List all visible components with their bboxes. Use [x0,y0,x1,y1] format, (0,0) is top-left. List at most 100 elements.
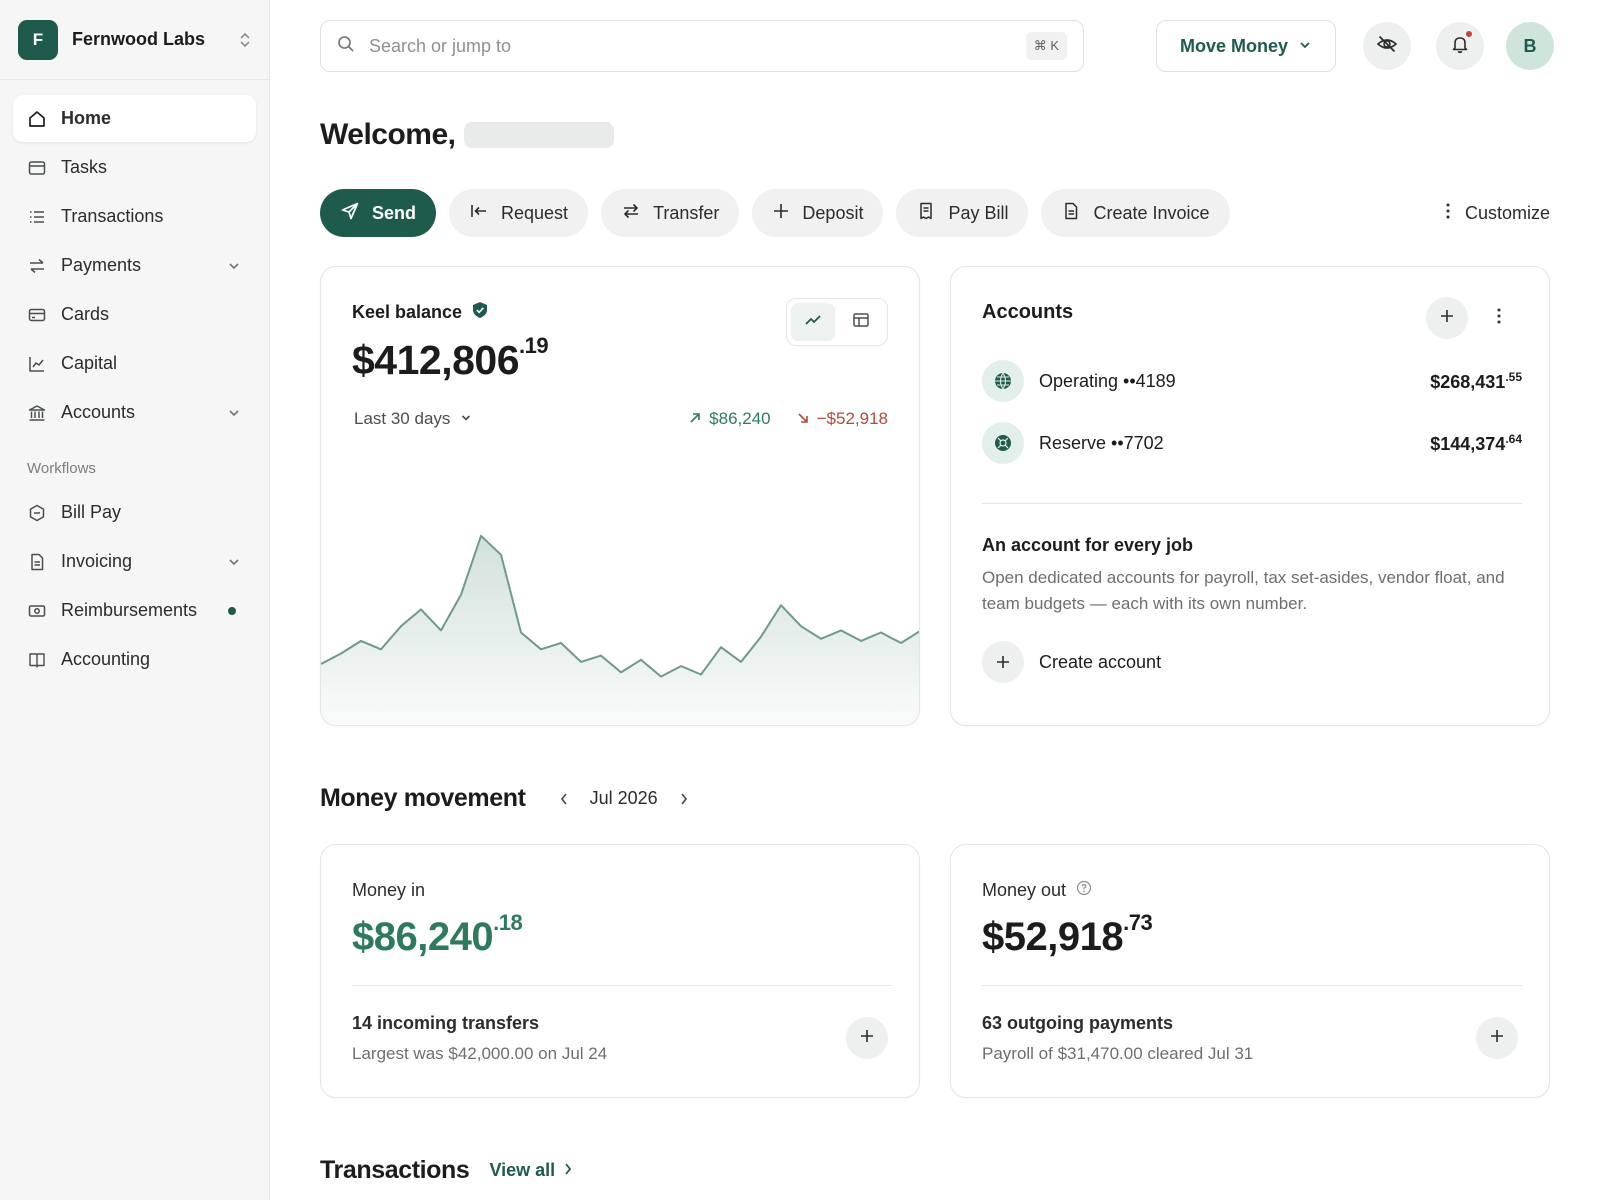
previous-month-button[interactable] [554,789,574,809]
delta-in-value: $86,240 [709,409,771,428]
view-all-link[interactable]: View all [489,1160,573,1181]
money-out-expand-button[interactable] [1476,1017,1518,1059]
chevron-down-icon[interactable] [226,405,242,421]
notifications-button[interactable] [1436,22,1484,70]
money-out-card: Money out $52,918.73 63 outgoing payment… [950,844,1550,1098]
arrow-down-right-icon [797,409,809,429]
vault-icon [982,422,1024,464]
nav-section-workflows: Workflows [27,460,96,477]
hide-balances-button[interactable] [1363,22,1411,70]
balance-title: Keel balance [352,301,488,324]
money-movement-title: Money movement [320,784,526,812]
customize-label: Customize [1464,202,1550,223]
account-name: Reserve ••7702 [1039,432,1164,453]
notification-dot [1465,30,1473,38]
money-out-amount-cents: .73 [1123,909,1153,935]
add-account-button[interactable] [1426,297,1468,339]
money-out-label-row: Money out [982,880,1092,901]
customize-button[interactable]: Customize [1445,189,1550,237]
money-in-expand-button[interactable] [846,1017,888,1059]
promo-title: An account for every job [982,535,1194,555]
org-logo: F [18,19,58,60]
account-balance-cents: .55 [1505,369,1522,384]
search-bar[interactable]: ⌘ K [320,20,1084,72]
shortcut-hint: ⌘ K [1025,32,1067,60]
money-out-label: Money out [982,880,1067,900]
plus-icon [1439,308,1455,329]
trend-line-icon [803,310,823,335]
arrows-icon [27,256,47,276]
move-money-label: Move Money [1179,35,1289,56]
table-icon [851,310,871,335]
home-icon [27,109,47,129]
nav-item-accounting[interactable]: Accounting [13,636,256,683]
create-account-button[interactable]: Create account [982,641,1161,683]
balance-amount-main: $412,806 [352,337,520,383]
create-invoice-label: Create Invoice [1093,202,1210,223]
account-row[interactable]: Operating ••4189 $268,431.55 [982,359,1522,403]
cash-icon [27,601,47,621]
tasks-icon [27,158,47,178]
sidebar: F Fernwood Labs Home Tasks Transactions … [0,0,270,1200]
view-toggle [786,298,888,346]
nav-item-payments[interactable]: Payments [13,242,256,289]
nav-item-label: Home [61,108,112,128]
chevron-down-icon[interactable] [226,554,242,570]
chevron-updown-icon[interactable] [239,31,251,49]
nav-item-reimbursements[interactable]: Reimbursements [13,587,256,634]
balance-title-text: Keel balance [352,302,463,322]
send-button[interactable]: Send [320,189,437,237]
send-label: Send [372,202,417,223]
nav-item-cards[interactable]: Cards [13,291,256,338]
pay-bill-button[interactable]: Pay Bill [896,189,1029,237]
list-icon [27,207,47,227]
accounts-card: Accounts Operating ••4189 $268,431.55 Re… [950,266,1550,726]
arrow-up-right-icon [689,409,701,429]
nav-item-label: Accounts [61,402,136,422]
org-switcher[interactable]: F Fernwood Labs [0,0,269,80]
divider [982,503,1522,504]
transfer-label: Transfer [653,202,720,223]
divider [352,985,892,986]
transfer-button[interactable]: Transfer [601,189,740,237]
help-icon[interactable] [1076,880,1092,901]
nav-item-accounts[interactable]: Accounts [13,389,256,436]
next-month-button[interactable] [674,789,694,809]
date-range-select[interactable]: Last 30 days [354,409,472,429]
plus-icon [772,202,790,225]
account-row[interactable]: Reserve ••7702 $144,374.64 [982,421,1522,465]
chevron-down-icon [1298,36,1312,57]
request-label: Request [501,202,569,223]
table-view-toggle[interactable] [839,303,883,341]
delta-out: −$52,918 [797,409,888,429]
nav-item-transactions[interactable]: Transactions [13,193,256,240]
account-balance: $144,374.64 [1430,432,1522,455]
nav-item-capital[interactable]: Capital [13,340,256,387]
chevron-down-icon[interactable] [226,258,242,274]
nav-item-tasks[interactable]: Tasks [13,144,256,191]
redacted-name [463,122,614,148]
nav-item-home[interactable]: Home [13,95,256,142]
invoice-icon [27,552,47,572]
nav-item-invoicing[interactable]: Invoicing [13,538,256,585]
accounts-more-button[interactable] [1489,297,1509,339]
search-input[interactable] [369,35,1026,57]
create-invoice-button[interactable]: Create Invoice [1041,189,1230,237]
chart-view-toggle[interactable] [791,303,835,341]
deposit-button[interactable]: Deposit [752,189,884,237]
request-button[interactable]: Request [449,189,589,237]
nav-item-label: Capital [61,353,118,373]
globe-icon [982,360,1024,402]
chart-icon [27,354,47,374]
date-range-label: Last 30 days [354,409,451,428]
account-name: Operating ••4189 [1039,370,1176,391]
balance-card: Keel balance $412,806.19 Last 30 days $8… [320,266,920,726]
avatar[interactable]: B [1506,22,1554,70]
request-icon [469,201,489,226]
org-name: Fernwood Labs [72,29,206,49]
money-out-summary: 63 outgoing payments [982,1013,1174,1033]
delta-out-value: −$52,918 [816,409,888,428]
move-money-button[interactable]: Move Money [1156,20,1336,72]
plus-icon [859,1028,875,1049]
nav-item-bill-pay[interactable]: Bill Pay [13,489,256,536]
